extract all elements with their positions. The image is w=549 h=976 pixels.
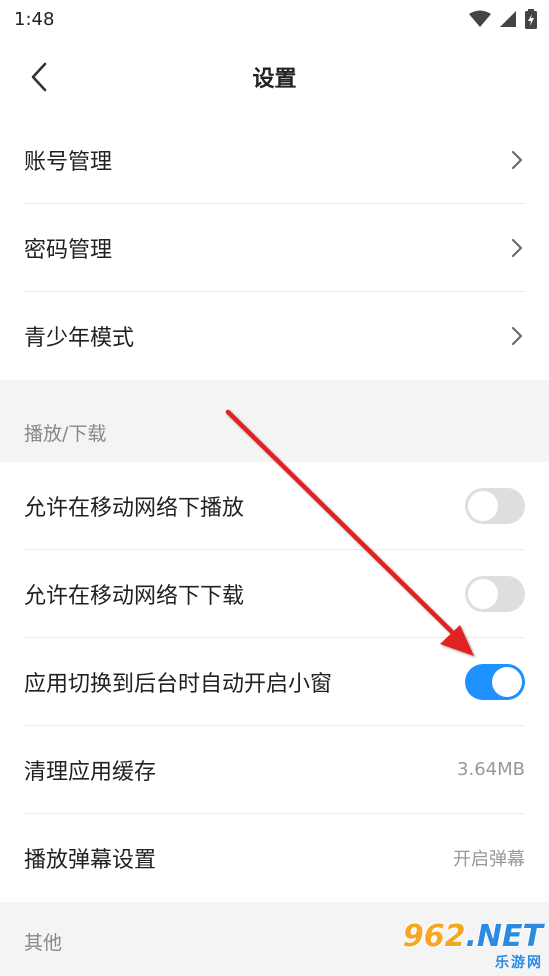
row-label: 账号管理 (24, 149, 113, 175)
status-icons (469, 9, 537, 29)
wifi-icon (469, 10, 491, 27)
toggle-knob (468, 490, 498, 521)
mobile-download-row: 允许在移动网络下下载 (24, 550, 525, 638)
row-label: 允许在移动网络下下载 (24, 583, 245, 609)
chevron-right-icon (509, 238, 525, 258)
teen-mode-row[interactable]: 青少年模式 (24, 292, 525, 380)
row-label: 播放弹幕设置 (24, 848, 157, 873)
row-label: 应用切换到后台时自动开启小窗 (24, 671, 333, 697)
toggle-knob (468, 578, 498, 609)
playback-section-header: 播放/下载 (0, 380, 549, 462)
battery-icon (525, 9, 537, 29)
signal-icon (500, 11, 516, 27)
nav-bar: 设置 (0, 38, 549, 116)
toggle-knob (492, 666, 522, 697)
playback-group: 允许在移动网络下播放 允许在移动网络下下载 应用切换到后台时自动开启小窗 清理应… (0, 462, 549, 902)
watermark-subtitle: 乐游网 (495, 955, 543, 971)
row-label: 密码管理 (24, 237, 113, 263)
chevron-right-icon (509, 326, 525, 346)
account-group: 账号管理 密码管理 青少年模式 (0, 116, 549, 380)
mobile-play-row: 允许在移动网络下播放 (24, 462, 525, 550)
section-header-label: 其他 (24, 931, 63, 954)
watermark-brand: 962 (402, 919, 466, 954)
danmaku-settings-row[interactable]: 播放弹幕设置 开启弹幕 (24, 814, 525, 902)
back-arrow-icon (31, 62, 47, 92)
account-management-row[interactable]: 账号管理 (24, 116, 525, 204)
chevron-right-icon (509, 150, 525, 170)
section-header-label: 播放/下载 (24, 423, 107, 445)
danmaku-status-value: 开启弹幕 (453, 849, 525, 870)
status-time: 1:48 (14, 8, 55, 30)
password-management-row[interactable]: 密码管理 (24, 204, 525, 292)
back-button[interactable] (24, 60, 54, 94)
cache-size-value: 3.64MB (457, 759, 525, 780)
status-bar: 1:48 (0, 0, 549, 38)
row-label: 青少年模式 (24, 326, 135, 351)
background-pip-row: 应用切换到后台时自动开启小窗 (24, 638, 525, 726)
page-title: 设置 (252, 67, 297, 92)
clear-cache-row[interactable]: 清理应用缓存 3.64MB (24, 726, 525, 814)
mobile-download-toggle[interactable] (465, 575, 525, 612)
background-pip-toggle[interactable] (465, 663, 525, 700)
mobile-play-toggle[interactable] (465, 487, 525, 524)
row-label: 清理应用缓存 (24, 759, 157, 785)
watermark-suffix: .NET (465, 919, 543, 954)
row-label: 允许在移动网络下播放 (24, 495, 245, 521)
watermark-logo: 962.NET 乐游网 (403, 922, 543, 972)
